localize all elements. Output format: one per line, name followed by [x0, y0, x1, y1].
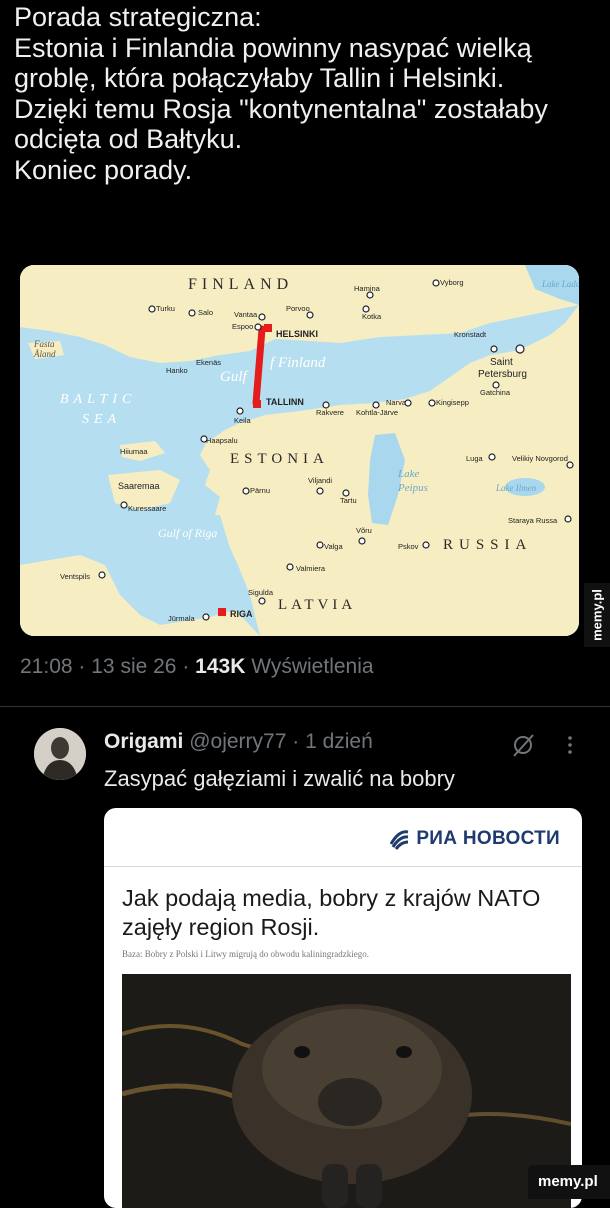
grok-icon[interactable] — [510, 732, 536, 758]
meta-dot: · — [78, 655, 86, 678]
tallinn-marker — [253, 400, 261, 408]
vantaa-label: Vantaa — [234, 310, 258, 319]
tweet-text: Porada strategiczna: Estonia i Finlandia… — [14, 2, 548, 185]
ria-subtitle: Baza: Bobry z Polski i Litwy migrują do … — [122, 949, 369, 959]
russia-label: RUSSIA — [443, 537, 532, 553]
ventspils-label: Ventspils — [60, 572, 90, 581]
vyborg-label: Vyborg — [440, 278, 464, 287]
narva-label: Narva — [386, 398, 407, 407]
spb-label-2: Petersburg — [478, 369, 527, 380]
kronstadt-label: Kronstadt — [454, 330, 487, 339]
ria-headline: Jak podają media, bobry z krajów NATO za… — [122, 885, 541, 940]
ekenas-label: Ekenäs — [196, 358, 221, 367]
beaver-photo — [122, 974, 571, 1208]
memy-watermark-side: memy.pl — [584, 583, 610, 647]
porvoo-label: Porvoo — [286, 304, 310, 313]
staraya-label: Staraya Russa — [508, 516, 558, 525]
spb-label-1: Saint — [490, 357, 513, 368]
ria-separator — [104, 866, 582, 867]
divider — [0, 706, 610, 707]
ilmen-label: Lake Ilmen — [495, 483, 537, 493]
post-date: 13 sie 26 — [91, 655, 177, 678]
reply-author-name[interactable]: Origami — [104, 730, 183, 753]
riga-marker — [218, 608, 226, 616]
voru-label: Võru — [356, 526, 372, 535]
salo-label: Salo — [198, 308, 213, 317]
gulf-riga-label: Gulf of Riga — [158, 526, 217, 540]
reply-time[interactable]: 1 dzień — [305, 730, 373, 753]
ladoga-label: Lake Ladoga — [541, 279, 579, 289]
avatar-image — [34, 728, 86, 780]
ria-logo-icon — [390, 830, 409, 850]
gulf-finland-label-2: f Finland — [270, 355, 326, 371]
beaver-image — [122, 974, 571, 1208]
baltic-map: FINLAND ESTONIA LATVIA RUSSIA BALTIC SEA… — [20, 265, 579, 636]
avatar[interactable] — [34, 728, 86, 780]
post-meta: 21:08 · 13 sie 26 · 143K Wyświetlenia — [20, 655, 374, 679]
latvia-label: LATVIA — [278, 597, 356, 613]
sigulda-label: Sigulda — [248, 588, 274, 597]
velikiy-label: Velikiy Novgorod — [512, 454, 568, 463]
kotka-label: Kotka — [362, 312, 382, 321]
views-label: Wyświetlenia — [251, 655, 374, 678]
reply-dot: · — [292, 730, 300, 753]
memy-watermark-bottom: memy.pl — [528, 1165, 610, 1199]
espoo-label: Espoo — [232, 322, 253, 331]
haapsalu-label: Haapsalu — [206, 436, 238, 445]
kuressaare-label: Kuressaare — [128, 504, 166, 513]
riga-label: RIGA — [230, 609, 253, 619]
rakvere-label: Rakvere — [316, 408, 344, 417]
reply-header: Origami @ojerry77 · 1 dzień — [104, 730, 373, 754]
watermark-side-text: memy.pl — [589, 589, 605, 641]
viljandi-label: Viljandi — [308, 476, 332, 485]
watermark-bottom-text: memy.pl — [538, 1173, 598, 1190]
keila-label: Keila — [234, 416, 252, 425]
turku-label: Turku — [156, 304, 175, 313]
valga-label: Valga — [324, 542, 343, 551]
sea-label: SEA — [82, 412, 121, 427]
map-image[interactable]: FINLAND ESTONIA LATVIA RUSSIA BALTIC SEA… — [20, 265, 579, 636]
finland-label: FINLAND — [188, 276, 293, 293]
reply-author-handle[interactable]: @ojerry77 — [189, 730, 286, 753]
peipus-label-1: Lake — [397, 468, 420, 480]
hanko-label: Hanko — [166, 366, 188, 375]
helsinki-marker — [264, 324, 272, 332]
baltic-label: BALTIC — [60, 392, 136, 407]
gulf-finland-label-1: Gulf — [220, 369, 249, 385]
more-icon[interactable] — [566, 734, 574, 756]
post-time: 21:08 — [20, 655, 73, 678]
hiiumaa-label: Hiiumaa — [120, 447, 148, 456]
saaremaa-label: Saaremaa — [118, 481, 160, 491]
ria-logo: РИА НОВОСТИ — [388, 824, 560, 854]
luga-label: Luga — [466, 454, 484, 463]
peipus-label-2: Peipus — [397, 482, 428, 494]
fasta-label: Fasta — [33, 339, 55, 349]
jurmala-label: Jūrmala — [168, 614, 196, 623]
kingisepp-label: Kingisepp — [436, 398, 469, 407]
tartu-label: Tartu — [340, 496, 357, 505]
valmiera-label: Valmiera — [296, 564, 326, 573]
tallinn-label: TALLINN — [266, 397, 304, 407]
views-count: 143K — [195, 655, 246, 678]
reply-text: Zasypać gałęziami i zwalić na bobry — [104, 766, 455, 791]
pskov-label: Pskov — [398, 542, 419, 551]
meta-dot: · — [182, 655, 190, 678]
estonia-label: ESTONIA — [230, 451, 329, 467]
helsinki-label: HELSINKI — [276, 329, 318, 339]
parnu-label: Pärnu — [250, 486, 270, 495]
gatchina-label: Gatchina — [480, 388, 511, 397]
ria-logo-text: РИА НОВОСТИ — [416, 828, 560, 849]
ria-news-card[interactable]: РИА НОВОСТИ Jak podają media, bobry z kr… — [104, 808, 582, 1208]
aland-label: Åland — [33, 349, 56, 359]
hamina-label: Hamina — [354, 284, 381, 293]
kohtla-label: Kohtla-Järve — [356, 408, 398, 417]
